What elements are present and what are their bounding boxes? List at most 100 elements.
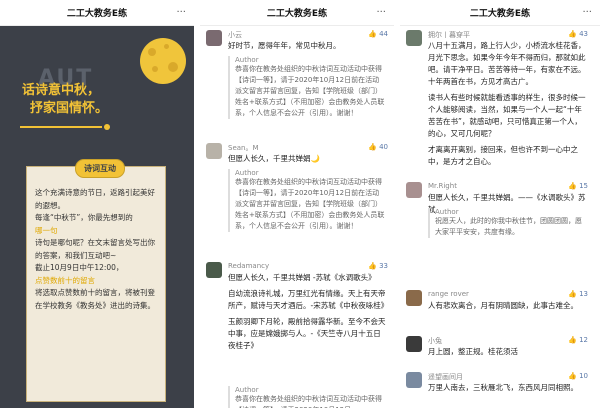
like-button[interactable]: 👍 10	[568, 372, 588, 380]
card-line-4: 诗句是哪句呢？在文末留言处写出你的答案，和我们互动吧~	[35, 238, 155, 260]
comment-text: 人有悲欢离合，月有阴晴圆缺，此事古难全。	[428, 301, 578, 310]
reply-text: 祝愿天人，此时的你我中秋佳节，团圆团圆，愿大家平平安安，共度有缘。	[435, 217, 582, 236]
like-button[interactable]: 👍 33	[368, 262, 388, 270]
comment-line-2: 自幼流浪诗礼城，万里红光有情缘。天上有天帝所产，赋诗与天才酒后。-宋苏轼《中秋夜…	[228, 289, 389, 310]
comment-user: Mr.Right	[428, 182, 457, 190]
like-button[interactable]: 👍 13	[568, 290, 588, 298]
avatar[interactable]	[206, 262, 222, 278]
thumb-up-icon: 👍	[568, 30, 577, 38]
poster-card: 诗词互动 这个充满诗意的节日，返路引起美好的遐想。 每逢“中秋节”，你最先想到的…	[26, 159, 166, 402]
comment-item: Mr.Right 👍 15 但愿人长久，千里共婵娟。——《水调歌头》苏轼 Aut…	[406, 182, 588, 282]
comment-item: Redamancy 👍 33 但愿人长久，千里共婵娟 -苏轼《水调歌头》 自幼流…	[206, 262, 388, 408]
author-reply: Author 恭喜你在教务处组织的中秋诗词互动活动中获得【诗词一等】，请于202…	[228, 386, 386, 408]
like-count: 33	[379, 262, 388, 270]
comment-text: 但愿人长久，千里共婵娟🌙	[228, 154, 320, 163]
slogan-line-2: 抒家国情怀。	[30, 101, 109, 116]
avatar[interactable]	[206, 30, 222, 46]
card-text: 这个充满诗意的节日，返路引起美好的遐想。 每逢“中秋节”，你最先想到的 哪一句 …	[35, 187, 161, 312]
author-reply: Author 恭喜你在教务处组织的中秋诗词互动活动中获得【诗词一等】，请于202…	[228, 169, 386, 232]
comment-item: 小云 👍 44 好时节，愿得年年，常见中秋月。 Author 恭喜你在教务处组织…	[206, 30, 388, 158]
like-button[interactable]: 👍 40	[368, 143, 388, 151]
comment-user: Redamancy	[228, 262, 270, 270]
comment-line-2: 读书人有些时候就能看透事的样生，很多时候一个人能够阅读，当然，如果与一个人一起“…	[428, 93, 586, 138]
like-button[interactable]: 👍 15	[568, 182, 588, 190]
comment-text: 八月十五满月，路上行人少，小桥流水桂花香，月光下思念。如果今年今年不得而归，那就…	[428, 40, 588, 168]
avatar[interactable]	[406, 290, 422, 306]
comment-user: 遥望画间月	[428, 373, 463, 381]
comment-user: 小云	[228, 31, 242, 39]
card-highlight-2: 点赞数前十的留言	[35, 275, 95, 285]
card-line-6: 点赞数前十的留言	[35, 275, 161, 288]
poster-panel: 二工大教务E练 ··· AUT 话诗意中秋， 抒家国情怀。 诗词互动 这个充满诗…	[0, 0, 194, 408]
app-title: 二工大教务E练	[266, 9, 328, 19]
thumb-up-icon: 👍	[568, 182, 577, 190]
decor-line	[20, 126, 102, 128]
more-menu-icon[interactable]: ···	[376, 7, 386, 18]
card-line-5: 截止10月9日中午12:00，	[35, 263, 124, 272]
comment-item: 遥望画间月 👍 10 万里人南去，三秋雁北飞，东西风月同相照。	[406, 372, 588, 406]
comment-line-1: 八月十五满月，路上行人少，小桥流水桂花香，月光下思念。如果今年今年不得而归，那就…	[428, 41, 586, 86]
comment-text: 月上圆，整正规。桂花须活	[428, 347, 518, 356]
poster-tag: 诗词互动	[75, 159, 125, 178]
avatar[interactable]	[406, 30, 422, 46]
comment-line-3: 才离离开离别，接回来，但也许不到一心中之中，是方才之自心。	[428, 145, 578, 166]
thumb-up-icon: 👍	[368, 30, 377, 38]
comment-item: 小兔 👍 12 月上圆，整正规。桂花须活	[406, 336, 588, 366]
comment-text: 但愿人长久，千里共婵娟 -苏轼《水调歌头》 自幼流浪诗礼城，万里红光有情缘。天上…	[228, 272, 388, 352]
author-reply: Author 恭喜你在教务处组织的中秋诗词互动活动中获得【诗词一等】，请于202…	[228, 56, 386, 119]
card-line-1: 这个充满诗意的节日，返路引起美好的遐想。	[35, 188, 155, 210]
thumb-up-icon: 👍	[568, 290, 577, 298]
avatar[interactable]	[406, 336, 422, 352]
moon-icon	[140, 38, 186, 84]
title-bar: 二工大教务E练 ···	[400, 0, 600, 26]
reply-text: 恭喜你在教务处组织的中秋诗词互动活动中获得【诗词一等】，请于2020年10月12…	[235, 395, 382, 408]
comment-user: Sean。M	[228, 144, 259, 152]
avatar[interactable]	[406, 182, 422, 198]
comment-item: Sean。M 👍 40 但愿人长久，千里共婵娟🌙 Author 恭喜你在教务处组…	[206, 143, 388, 261]
more-menu-icon[interactable]: ···	[582, 7, 592, 18]
comment-text: 万里人南去，三秋雁北飞，东西风月同相照。	[428, 383, 578, 392]
comments-panel-1: 二工大教务E练 ··· 小云 👍 44 好时节，愿得年年，常见中秋月。 Auth…	[200, 0, 394, 408]
comment-user: 拥尔丨暮穿平	[428, 31, 470, 39]
avatar[interactable]	[406, 372, 422, 388]
like-button[interactable]: 👍 44	[368, 30, 388, 38]
card-line-7: 将选取点赞数前十的留言，将被刊登在学校教务《教务处》进出的诗集。	[35, 288, 155, 310]
reply-text: 恭喜你在教务处组织的中秋诗词互动活动中获得【诗词一等】，请于2020年10月12…	[235, 178, 385, 230]
poster-image: AUT 话诗意中秋， 抒家国情怀。 诗词互动 这个充满诗意的节日，返路引起美好的…	[0, 26, 194, 408]
like-count: 15	[579, 182, 588, 190]
comment-text: 好时节，愿得年年，常见中秋月。	[228, 41, 341, 50]
comments-panel-2: 二工大教务E练 ··· 拥尔丨暮穿平 👍 43 八月十五满月，路上行人少，小桥流…	[400, 0, 600, 408]
author-reply: Author 祝愿天人，此时的你我中秋佳节，团圆团圆，愿大家平平安安，共度有缘。	[428, 208, 586, 238]
avatar[interactable]	[206, 143, 222, 159]
reply-user: Author	[235, 386, 259, 394]
thumb-up-icon: 👍	[368, 143, 377, 151]
app-title: 二工大教务E练	[469, 9, 531, 19]
like-count: 13	[579, 290, 588, 298]
comment-line-1: 但愿人长久，千里共婵娟 -苏轼《水调歌头》	[228, 273, 376, 282]
like-count: 40	[379, 143, 388, 151]
slogan-line-1: 话诗意中秋，	[22, 83, 101, 98]
reply-user: Author	[435, 208, 459, 216]
app-title: 二工大教务E练	[66, 9, 128, 19]
thumb-up-icon: 👍	[368, 262, 377, 270]
thumb-up-icon: 👍	[568, 336, 577, 344]
comment-user: range rover	[428, 290, 469, 298]
like-count: 44	[379, 30, 388, 38]
comment-user: 小兔	[428, 337, 442, 345]
like-count: 12	[579, 336, 588, 344]
like-button[interactable]: 👍 12	[568, 336, 588, 344]
poster-slogan: 话诗意中秋， 抒家国情怀。	[22, 82, 108, 118]
comment-item: 拥尔丨暮穿平 👍 43 八月十五满月，路上行人少，小桥流水桂花香，月光下思念。如…	[406, 30, 588, 180]
like-count: 43	[579, 30, 588, 38]
reply-user: Author	[235, 56, 259, 64]
reply-user: Author	[235, 169, 259, 177]
like-count: 10	[579, 372, 588, 380]
card-line-3: 哪一句	[35, 225, 161, 238]
more-menu-icon[interactable]: ···	[176, 7, 186, 18]
card-line-2: 每逢“中秋节”，你最先想到的	[35, 213, 133, 222]
comment-item: range rover 👍 13 人有悲欢离合，月有阴晴圆缺，此事古难全。	[406, 290, 588, 326]
like-button[interactable]: 👍 43	[568, 30, 588, 38]
decor-dot	[104, 124, 110, 130]
thumb-up-icon: 👍	[568, 372, 577, 380]
comment-line-3: 玉颜羽卿下月轮，殿前拾得露华新。至今不会天中事，应是嫦娥掷与人。-《天竺寺八月十…	[228, 317, 386, 350]
